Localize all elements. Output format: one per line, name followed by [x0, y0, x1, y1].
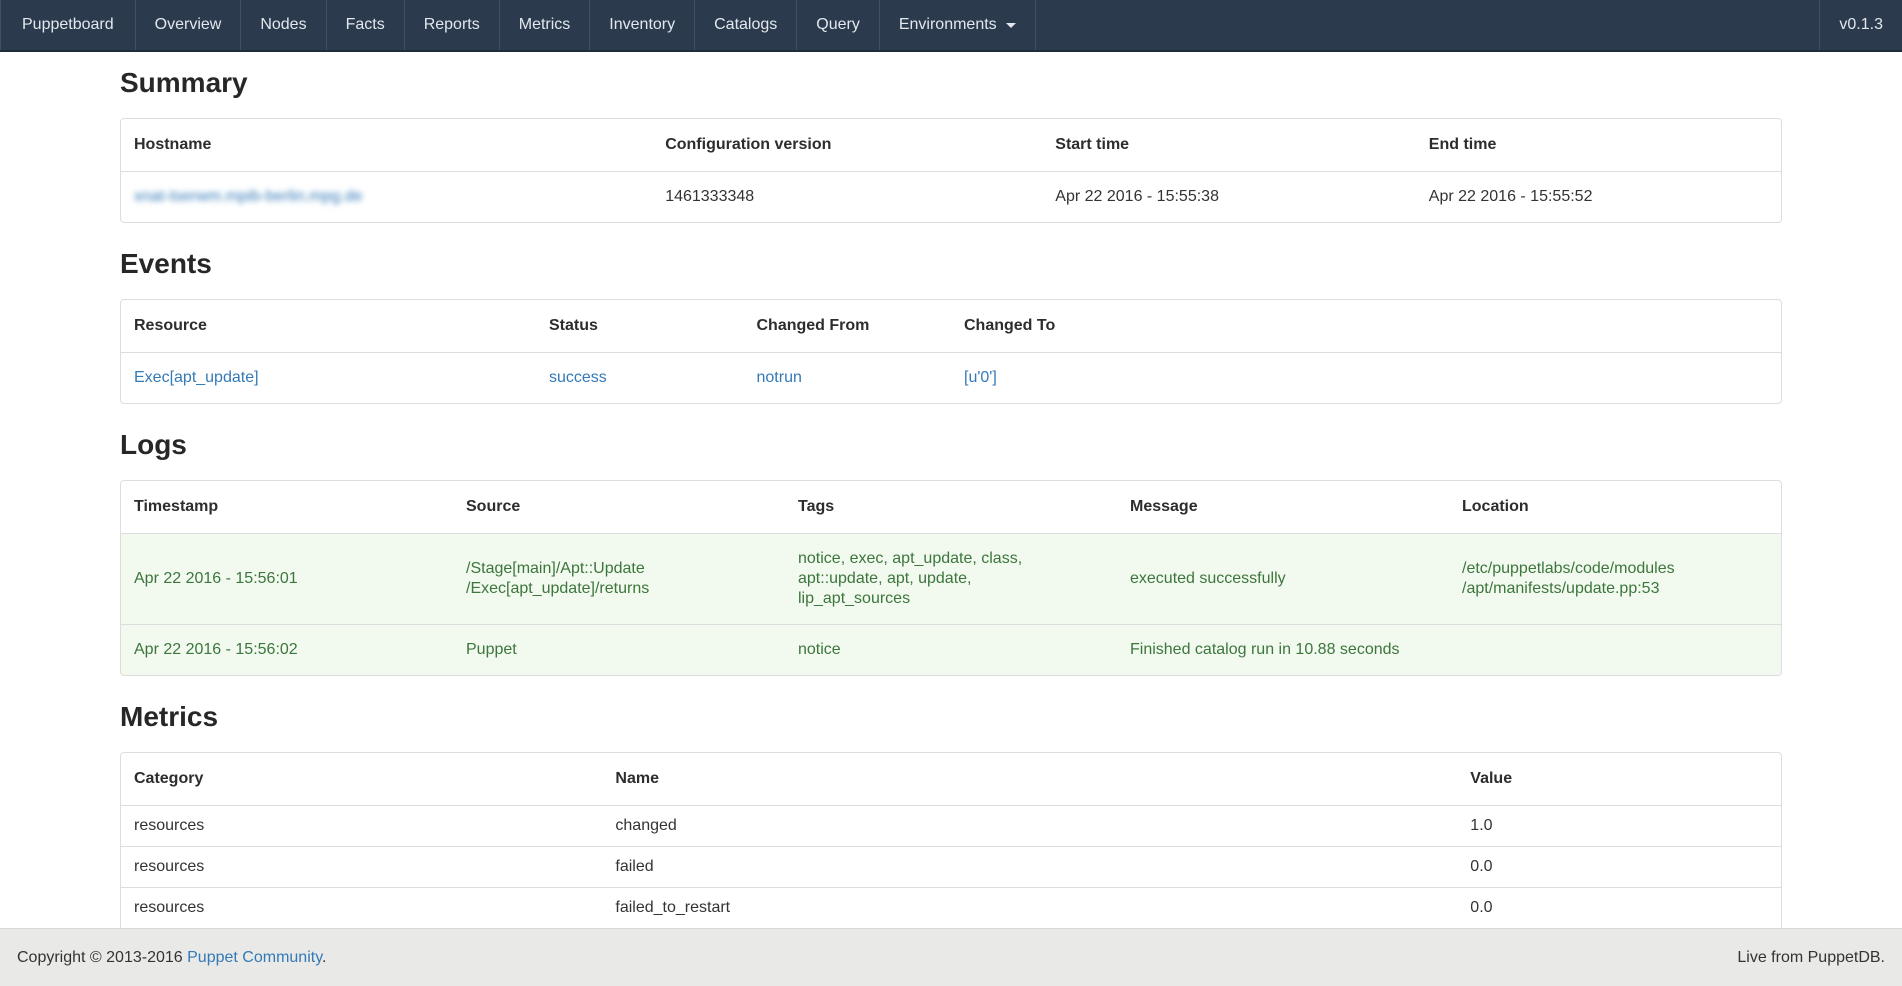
log-source: Puppet — [453, 625, 785, 676]
nav-item-metrics[interactable]: Metrics — [500, 0, 591, 50]
metric-value: 0.0 — [1457, 847, 1781, 888]
metrics-col-value: Value — [1457, 753, 1781, 806]
summary-col-start-time: Start time — [1042, 119, 1416, 172]
events-col-changed-from: Changed From — [744, 300, 952, 353]
logs-header-row: Timestamp Source Tags Message Location — [121, 481, 1781, 534]
metric-value: 1.0 — [1457, 806, 1781, 847]
log-tags: notice — [785, 625, 1117, 676]
summary-header-row: Hostname Configuration version Start tim… — [121, 119, 1781, 172]
metrics-col-category: Category — [121, 753, 602, 806]
summary-col-config-version: Configuration version — [652, 119, 1042, 172]
events-header-row: Resource Status Changed From Changed To — [121, 300, 1781, 353]
log-timestamp: Apr 22 2016 - 15:56:02 — [121, 625, 453, 676]
summary-table: Hostname Configuration version Start tim… — [120, 118, 1782, 223]
summary-section: Summary Hostname Configuration version S… — [120, 66, 1782, 223]
chevron-down-icon — [1006, 23, 1016, 28]
hostname-link-redacted[interactable]: xnat-tserwm.mpib-berlin.mpg.de — [134, 188, 363, 205]
summary-col-hostname: Hostname — [121, 119, 652, 172]
navbar-spacer — [1036, 0, 1820, 50]
nav-item-catalogs[interactable]: Catalogs — [695, 0, 797, 50]
event-changed-to-link[interactable]: [u'0'] — [964, 369, 997, 386]
metric-row: resources failed 0.0 — [121, 847, 1781, 888]
metric-category: resources — [121, 847, 602, 888]
environments-dropdown-label: Environments — [899, 16, 997, 34]
start-time-value: Apr 22 2016 - 15:55:38 — [1042, 172, 1416, 223]
page-footer: Copyright © 2013-2016 Puppet Community. … — [0, 928, 1902, 986]
logs-col-timestamp: Timestamp — [121, 481, 453, 534]
log-row: Apr 22 2016 - 15:56:02 Puppet notice Fin… — [121, 625, 1781, 676]
summary-col-end-time: End time — [1416, 119, 1781, 172]
summary-heading: Summary — [120, 66, 1782, 100]
nav-dropdown-environments[interactable]: Environments — [880, 0, 1036, 50]
event-status-link[interactable]: success — [549, 369, 607, 386]
footer-copyright: Copyright © 2013-2016 Puppet Community. — [17, 949, 326, 967]
logs-heading: Logs — [120, 428, 1782, 462]
logs-table: Timestamp Source Tags Message Location A… — [120, 480, 1782, 676]
events-table: Resource Status Changed From Changed To … — [120, 299, 1782, 404]
nav-item-facts[interactable]: Facts — [327, 0, 405, 50]
log-message: executed successfully — [1117, 534, 1449, 625]
events-heading: Events — [120, 247, 1782, 281]
logs-col-source: Source — [453, 481, 785, 534]
copyright-period: . — [322, 949, 326, 966]
metric-name: failed — [602, 847, 1457, 888]
events-row: Exec[apt_update] success notrun [u'0'] — [121, 353, 1781, 404]
log-source: /Stage[main]/Apt::Update /Exec[apt_updat… — [453, 534, 785, 625]
copyright-text: Copyright © 2013-2016 — [17, 949, 187, 966]
metric-value: 0.0 — [1457, 888, 1781, 929]
logs-section: Logs Timestamp Source Tags Message Locat… — [120, 428, 1782, 676]
version-badge: v0.1.3 — [1819, 0, 1902, 50]
end-time-value: Apr 22 2016 - 15:55:52 — [1416, 172, 1781, 223]
summary-row: xnat-tserwm.mpib-berlin.mpg.de 146133334… — [121, 172, 1781, 223]
navbar-brand-puppetboard[interactable]: Puppetboard — [0, 0, 136, 50]
log-tags: notice, exec, apt_update, class, apt::up… — [785, 534, 1117, 625]
log-row: Apr 22 2016 - 15:56:01 /Stage[main]/Apt:… — [121, 534, 1781, 625]
nav-item-nodes[interactable]: Nodes — [241, 0, 326, 50]
log-location — [1449, 625, 1781, 676]
event-changed-from-link[interactable]: notrun — [757, 369, 802, 386]
nav-item-inventory[interactable]: Inventory — [590, 0, 695, 50]
metrics-heading: Metrics — [120, 700, 1782, 734]
nav-item-reports[interactable]: Reports — [405, 0, 500, 50]
metrics-header-row: Category Name Value — [121, 753, 1781, 806]
events-section: Events Resource Status Changed From Chan… — [120, 247, 1782, 404]
configuration-version-value: 1461333348 — [652, 172, 1042, 223]
metrics-col-name: Name — [602, 753, 1457, 806]
log-location: /etc/puppetlabs/code/modules /apt/manife… — [1449, 534, 1781, 625]
top-navbar: Puppetboard Overview Nodes Facts Reports… — [0, 0, 1902, 52]
main-content: Summary Hostname Configuration version S… — [0, 66, 1902, 986]
metric-row: resources failed_to_restart 0.0 — [121, 888, 1781, 929]
logs-col-message: Message — [1117, 481, 1449, 534]
metric-name: failed_to_restart — [602, 888, 1457, 929]
nav-item-overview[interactable]: Overview — [136, 0, 242, 50]
logs-col-location: Location — [1449, 481, 1781, 534]
events-col-changed-to: Changed To — [951, 300, 1781, 353]
events-col-status: Status — [536, 300, 744, 353]
nav-item-query[interactable]: Query — [797, 0, 880, 50]
metric-row: resources changed 1.0 — [121, 806, 1781, 847]
metric-category: resources — [121, 806, 602, 847]
metric-name: changed — [602, 806, 1457, 847]
metric-category: resources — [121, 888, 602, 929]
events-col-resource: Resource — [121, 300, 536, 353]
logs-col-tags: Tags — [785, 481, 1117, 534]
puppet-community-link[interactable]: Puppet Community — [187, 949, 322, 966]
event-resource-link[interactable]: Exec[apt_update] — [134, 369, 259, 386]
footer-puppetdb-status: Live from PuppetDB. — [1737, 949, 1885, 967]
log-message: Finished catalog run in 10.88 seconds — [1117, 625, 1449, 676]
log-timestamp: Apr 22 2016 - 15:56:01 — [121, 534, 453, 625]
